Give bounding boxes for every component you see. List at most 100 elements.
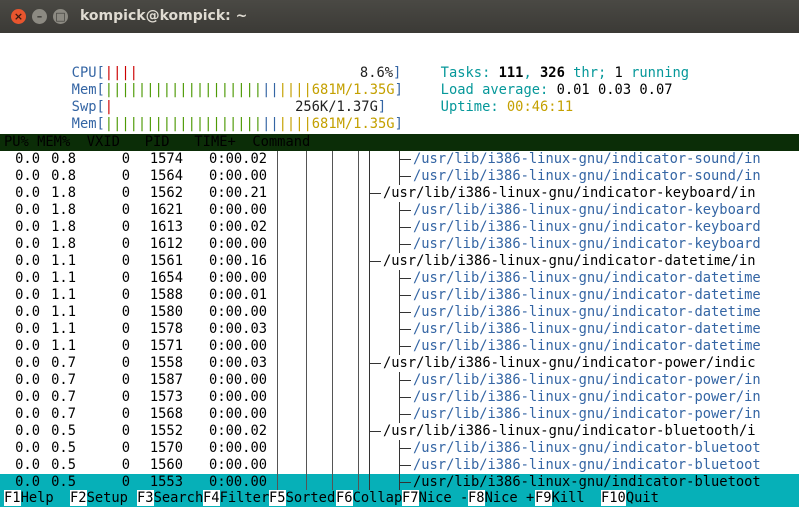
tree-guide-line: [277, 151, 278, 168]
mem2-meter-bars-cache: ||||: [278, 116, 312, 132]
pid-cell: 1573: [149, 389, 183, 405]
function-key-code: F10: [601, 490, 626, 506]
mem-cell: 1.1: [51, 321, 76, 337]
column-header-labels[interactable]: PU% MEM% VXID PID TIME+ Command: [4, 134, 310, 151]
function-key-label: Sorted: [285, 490, 336, 506]
table-row-selected[interactable]: 0.0 0.5 0 1553 0:00.00/usr/lib/i386-linux-gn…: [0, 474, 799, 491]
table-row[interactable]: 0.0 1.8 0 1613 0:00.02/usr/lib/i386-linux-gn…: [0, 219, 799, 236]
process-list[interactable]: 0.0 0.8 0 1574 0:00.02/usr/lib/i386-linux-gn…: [0, 151, 799, 491]
function-key-f9[interactable]: F9Kill: [535, 490, 602, 507]
time-cell: 0:00.00: [209, 474, 267, 490]
table-row[interactable]: 0.0 1.8 0 1562 0:00.21/usr/lib/i386-linux-gn…: [0, 185, 799, 202]
function-key-f10[interactable]: F10Quit: [601, 490, 659, 507]
table-row[interactable]: 0.0 0.5 0 1552 0:00.02/usr/lib/i386-linux-gn…: [0, 423, 799, 440]
tree-branch-parent: [369, 372, 375, 389]
function-key-code: F1: [4, 490, 21, 506]
tree-branch-child: [399, 338, 411, 355]
tree-guide-line: [358, 253, 359, 270]
window-titlebar[interactable]: × – □ kompick@kompick: ~: [0, 0, 799, 34]
cpu-cell: 0.0: [15, 253, 40, 269]
tree-guide-line: [332, 270, 333, 287]
function-key-label: Help: [20, 490, 71, 506]
table-row[interactable]: 0.0 0.7 0 1587 0:00.00/usr/lib/i386-linux-gn…: [0, 372, 799, 389]
command-cell: /usr/lib/i386-linux-gnu/indicator-blueto…: [413, 440, 761, 456]
table-row[interactable]: 0.0 0.5 0 1560 0:00.00/usr/lib/i386-linux-gn…: [0, 457, 799, 474]
table-row[interactable]: 0.0 1.1 0 1588 0:00.01/usr/lib/i386-linux-gn…: [0, 287, 799, 304]
cpu-cell: 0.0: [15, 304, 40, 320]
mem-cell: 0.5: [51, 440, 76, 456]
pid-cell: 1560: [149, 457, 183, 473]
table-row[interactable]: 0.0 1.1 0 1578 0:00.03/usr/lib/i386-linux-gn…: [0, 321, 799, 338]
tree-branch-child: [399, 287, 411, 304]
time-cell: 0:00.16: [209, 253, 267, 269]
tree-guide-line: [277, 253, 278, 270]
table-row[interactable]: 0.0 0.7 0 1568 0:00.00/usr/lib/i386-linux-gn…: [0, 406, 799, 423]
tree-branch-child: [399, 372, 411, 389]
tree-guide-line: [277, 440, 278, 457]
table-row[interactable]: 0.0 1.1 0 1654 0:00.00/usr/lib/i386-linux-gn…: [0, 270, 799, 287]
cpu-cell: 0.0: [15, 389, 40, 405]
column-header[interactable]: PU% MEM% VXID PID TIME+ Command: [0, 134, 799, 151]
tree-branch-parent: [369, 321, 375, 338]
pid-cell: 1580: [149, 304, 183, 320]
table-row[interactable]: 0.0 1.8 0 1612 0:00.00/usr/lib/i386-linux-gn…: [0, 236, 799, 253]
tree-guide-line: [332, 406, 333, 423]
function-key-f5[interactable]: F5Sorted: [269, 490, 336, 507]
table-row[interactable]: 0.0 0.7 0 1573 0:00.00/usr/lib/i386-linux-gn…: [0, 389, 799, 406]
tree-guide-line: [306, 219, 307, 236]
cpu-cell: 0.0: [15, 219, 40, 235]
tree-guide-line: [306, 287, 307, 304]
function-key-f3[interactable]: F3Search: [137, 490, 204, 507]
function-key-code: F4: [203, 490, 220, 506]
mem-cell: 1.1: [51, 338, 76, 354]
function-key-f7[interactable]: F7Nice -: [402, 490, 469, 507]
tree-branch-parent: [369, 168, 375, 185]
function-key-f6[interactable]: F6Collap: [336, 490, 403, 507]
vxid-cell: 0: [121, 287, 130, 303]
tree-guide-line: [358, 474, 359, 491]
uptime-stat: Uptime: 00:46:11: [391, 82, 573, 115]
close-button[interactable]: ×: [11, 9, 26, 24]
table-row[interactable]: 0.0 1.1 0 1571 0:00.00/usr/lib/i386-linux-gn…: [0, 338, 799, 355]
table-row[interactable]: 0.0 0.8 0 1564 0:00.00/usr/lib/i386-linux-gn…: [0, 168, 799, 185]
tree-guide-line: [332, 423, 333, 440]
tree-branch-parent: [369, 355, 381, 372]
pid-cell: 1612: [149, 236, 183, 252]
table-row[interactable]: 0.0 1.1 0 1561 0:00.16/usr/lib/i386-linux-gn…: [0, 253, 799, 270]
table-row[interactable]: 0.0 1.8 0 1621 0:00.00/usr/lib/i386-linux-gn…: [0, 202, 799, 219]
table-row[interactable]: 0.0 1.1 0 1580 0:00.00/usr/lib/i386-linux-gn…: [0, 304, 799, 321]
function-key-f2[interactable]: F2Setup: [70, 490, 137, 507]
table-row[interactable]: 0.0 0.7 0 1558 0:00.03/usr/lib/i386-linux-gn…: [0, 355, 799, 372]
minimize-button[interactable]: –: [32, 9, 47, 24]
tree-branch-parent: [369, 185, 381, 202]
function-key-f8[interactable]: F8Nice +: [468, 490, 535, 507]
mem-cell: 1.1: [51, 253, 76, 269]
vxid-cell: 0: [121, 338, 130, 354]
tree-guide-line: [332, 457, 333, 474]
tree-guide-line: [332, 236, 333, 253]
pid-cell: 1588: [149, 287, 183, 303]
table-row[interactable]: 0.0 0.5 0 1570 0:00.00/usr/lib/i386-linux-gn…: [0, 440, 799, 457]
function-key-f4[interactable]: F4Filter: [203, 490, 270, 507]
time-cell: 0:00.00: [209, 389, 267, 405]
function-key-f1[interactable]: F1Help: [4, 490, 71, 507]
tree-guide-line: [332, 338, 333, 355]
time-cell: 0:00.00: [209, 457, 267, 473]
time-cell: 0:00.21: [209, 185, 267, 201]
mem-cell: 1.8: [51, 202, 76, 218]
tree-branch-child: [399, 236, 411, 253]
tree-guide-line: [332, 304, 333, 321]
table-row[interactable]: 0.0 0.8 0 1574 0:00.02/usr/lib/i386-linux-gn…: [0, 151, 799, 168]
tree-guide-line: [306, 474, 307, 491]
tree-guide-line: [306, 457, 307, 474]
terminal-area[interactable]: CPU[|||| 8.6%] Mem[||||||||||||||||||||||…: [0, 33, 799, 511]
command-cell: /usr/lib/i386-linux-gnu/indicator-blueto…: [413, 474, 761, 490]
mem-cell: 1.8: [51, 236, 76, 252]
load-average-stat: Load average: 0.01 0.03 0.07: [391, 65, 673, 98]
maximize-button[interactable]: □: [53, 9, 68, 24]
time-cell: 0:00.00: [209, 372, 267, 388]
vxid-cell: 0: [121, 440, 130, 456]
tree-guide-line: [358, 457, 359, 474]
pid-cell: 1562: [149, 185, 183, 201]
tree-guide-line: [332, 219, 333, 236]
